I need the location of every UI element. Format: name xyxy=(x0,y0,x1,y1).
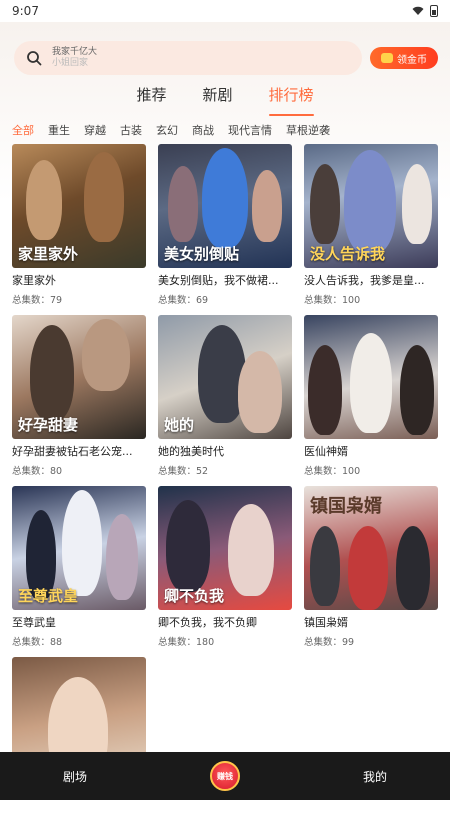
drama-poster[interactable]: 至尊武皇 xyxy=(12,486,146,610)
episode-count: 总集数：80 xyxy=(12,463,146,477)
poster-figure xyxy=(400,345,434,435)
poster-figure xyxy=(310,526,340,606)
status-bar: 9:07 xyxy=(0,0,450,22)
drama-poster[interactable]: 家里家外 xyxy=(12,144,146,268)
poster-figure xyxy=(202,148,248,248)
poster-figure xyxy=(62,490,102,596)
poster-figure xyxy=(168,166,198,242)
earn-label: 赚钱 xyxy=(217,771,233,782)
poster-figure xyxy=(166,500,210,592)
drama-poster[interactable]: 美女别倒贴 xyxy=(158,144,292,268)
episode-count: 总集数：180 xyxy=(158,634,292,648)
drama-card[interactable]: 家里家外 家里家外 总集数：79 xyxy=(12,144,146,315)
drama-card[interactable]: 至尊武皇 至尊武皇 总集数：88 xyxy=(12,486,146,657)
nav-theater[interactable]: 剧场 xyxy=(15,768,135,785)
tab-ranking[interactable]: 排行榜 xyxy=(269,84,314,114)
drama-poster[interactable]: 卿不负我 xyxy=(158,486,292,610)
coin-icon xyxy=(381,53,393,63)
episode-count: 总集数：52 xyxy=(158,463,292,477)
poster-figure xyxy=(84,152,124,242)
nav-earn[interactable]: 赚钱 xyxy=(165,761,285,791)
poster-figure xyxy=(402,164,432,244)
drama-card[interactable]: 好孕甜妻 好孕甜妻被钻石老公宠... 总集数：80 xyxy=(12,315,146,486)
drama-card[interactable]: 医仙神婿 总集数：100 xyxy=(304,315,438,486)
status-icons xyxy=(412,5,438,17)
drama-card[interactable]: 镇国枭婿 镇国枭婿 总集数：99 xyxy=(304,486,438,657)
wifi-icon xyxy=(412,6,424,16)
poster-figure xyxy=(82,319,130,391)
search-hint: 我家千亿大 小姐回家 xyxy=(52,47,97,69)
category-costume[interactable]: 古装 xyxy=(120,122,142,140)
drama-grid: 家里家外 家里家外 总集数：79 美女别倒贴 美女别倒贴，我不做裙... 总集数… xyxy=(12,144,438,828)
drama-title[interactable]: 镇国枭婿 xyxy=(304,614,438,630)
main-tabs: 推荐 新剧 排行榜 xyxy=(0,84,450,114)
category-business[interactable]: 商战 xyxy=(192,122,214,140)
nav-profile[interactable]: 我的 xyxy=(315,768,435,785)
poster-figure xyxy=(310,164,340,244)
drama-card[interactable] xyxy=(12,657,146,828)
drama-poster[interactable]: 镇国枭婿 xyxy=(304,486,438,610)
drama-card[interactable]: 没人告诉我 没人告诉我，我爹是皇... 总集数：100 xyxy=(304,144,438,315)
search-box[interactable]: 我家千亿大 小姐回家 xyxy=(14,41,362,75)
poster-figure xyxy=(344,150,396,254)
drama-title[interactable]: 卿不负我，我不负卿 xyxy=(158,614,292,630)
poster-title: 镇国枭婿 xyxy=(310,492,432,518)
drama-poster[interactable]: 她的 xyxy=(158,315,292,439)
drama-title[interactable]: 家里家外 xyxy=(12,272,146,288)
earn-money-icon[interactable]: 赚钱 xyxy=(210,761,240,791)
drama-card[interactable]: 美女别倒贴 美女别倒贴，我不做裙... 总集数：69 xyxy=(158,144,292,315)
category-modern-romance[interactable]: 现代言情 xyxy=(228,122,272,140)
drama-title[interactable]: 没人告诉我，我爹是皇... xyxy=(304,272,438,288)
episode-count: 总集数：100 xyxy=(304,463,438,477)
drama-title[interactable]: 好孕甜妻被钻石老公宠... xyxy=(12,443,146,459)
drama-card[interactable]: 她的 她的独美时代 总集数：52 xyxy=(158,315,292,486)
category-rebirth[interactable]: 重生 xyxy=(48,122,70,140)
drama-poster[interactable]: 好孕甜妻 xyxy=(12,315,146,439)
search-hint-line2: 小姐回家 xyxy=(52,58,97,69)
drama-title[interactable]: 医仙神婿 xyxy=(304,443,438,459)
poster-title: 她的 xyxy=(164,414,286,435)
poster-figure xyxy=(348,526,388,610)
poster-title: 美女别倒贴 xyxy=(164,243,286,264)
poster-title: 好孕甜妻 xyxy=(18,414,140,435)
drama-poster[interactable] xyxy=(304,315,438,439)
drama-title[interactable]: 美女别倒贴，我不做裙... xyxy=(158,272,292,288)
category-time-travel[interactable]: 穿越 xyxy=(84,122,106,140)
search-row: 我家千亿大 小姐回家 领金币 xyxy=(14,40,438,76)
poster-title: 卿不负我 xyxy=(164,585,286,606)
battery-icon xyxy=(430,5,438,17)
poster-figure xyxy=(30,325,74,421)
category-all[interactable]: 全部 xyxy=(12,122,34,140)
episode-count: 总集数：100 xyxy=(304,292,438,306)
poster-title: 家里家外 xyxy=(18,243,140,264)
tab-recommend[interactable]: 推荐 xyxy=(136,84,166,114)
poster-title: 没人告诉我 xyxy=(310,243,432,264)
get-coins-label: 领金币 xyxy=(397,51,427,66)
episode-count: 总集数：69 xyxy=(158,292,292,306)
poster-figure xyxy=(228,504,274,596)
status-time: 9:07 xyxy=(12,4,39,18)
poster-figure xyxy=(252,170,282,242)
poster-figure xyxy=(26,160,62,240)
poster-figure xyxy=(396,526,430,610)
episode-count: 总集数：88 xyxy=(12,634,146,648)
category-fantasy[interactable]: 玄幻 xyxy=(156,122,178,140)
poster-title: 至尊武皇 xyxy=(18,585,140,606)
category-underdog[interactable]: 草根逆袭 xyxy=(286,122,330,140)
drama-card[interactable]: 卿不负我 卿不负我，我不负卿 总集数：180 xyxy=(158,486,292,657)
search-icon xyxy=(26,50,42,66)
poster-figure xyxy=(308,345,342,435)
bottom-nav: 剧场 赚钱 我的 xyxy=(0,752,450,800)
drama-title[interactable]: 她的独美时代 xyxy=(158,443,292,459)
poster-figure xyxy=(350,333,392,433)
tab-new[interactable]: 新剧 xyxy=(202,84,232,114)
category-filter: 全部 重生 穿越 古装 玄幻 商战 现代言情 草根逆袭 xyxy=(12,122,442,140)
drama-title[interactable]: 至尊武皇 xyxy=(12,614,146,630)
episode-count: 总集数：99 xyxy=(304,634,438,648)
search-hint-line1: 我家千亿大 xyxy=(52,47,97,58)
get-coins-button[interactable]: 领金币 xyxy=(370,47,438,69)
drama-poster[interactable]: 没人告诉我 xyxy=(304,144,438,268)
episode-count: 总集数：79 xyxy=(12,292,146,306)
